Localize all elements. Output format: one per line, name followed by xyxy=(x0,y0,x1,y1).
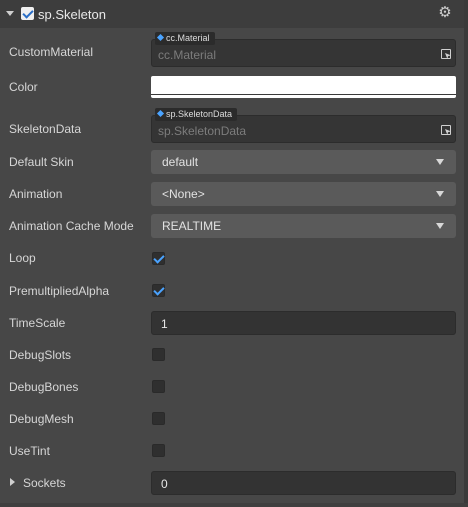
component-panel: sp.Skeleton ⚙ CustomMaterial cc.Material… xyxy=(0,0,468,507)
custom-material-placeholder: cc.Material xyxy=(158,48,217,62)
animation-cache-mode-select[interactable]: REALTIME xyxy=(151,214,456,238)
asset-diamond-icon xyxy=(156,109,165,118)
panel-bottom-border xyxy=(0,503,468,507)
panel-scrollbar-track xyxy=(464,0,468,507)
color-picker[interactable] xyxy=(151,76,456,98)
locate-asset-icon[interactable] xyxy=(441,49,451,59)
asset-diamond-icon xyxy=(156,33,165,42)
dropdown-arrow-icon xyxy=(436,159,444,165)
animation-label: Animation xyxy=(9,187,63,201)
loop-label: Loop xyxy=(9,251,36,265)
dropdown-arrow-icon xyxy=(436,191,444,197)
use-tint-checkbox[interactable] xyxy=(152,444,165,457)
dropdown-arrow-icon xyxy=(436,223,444,229)
debug-bones-checkbox[interactable] xyxy=(152,380,165,393)
animation-cache-mode-value: REALTIME xyxy=(162,219,222,233)
premultiplied-alpha-label: PremultipliedAlpha xyxy=(9,284,110,298)
default-skin-label: Default Skin xyxy=(9,155,74,169)
debug-bones-label: DebugBones xyxy=(9,380,79,394)
asset-type-tag: cc.Material xyxy=(155,32,215,45)
animation-cache-mode-label: Animation Cache Mode xyxy=(9,219,134,233)
component-header[interactable]: sp.Skeleton ⚙ xyxy=(0,0,464,28)
component-title: sp.Skeleton xyxy=(38,7,106,22)
debug-slots-label: DebugSlots xyxy=(9,348,72,362)
loop-checkbox[interactable] xyxy=(152,252,165,265)
debug-slots-checkbox[interactable] xyxy=(152,348,165,361)
sockets-count-input[interactable]: 0 xyxy=(151,471,456,495)
use-tint-label: UseTint xyxy=(9,444,50,458)
premultiplied-alpha-checkbox[interactable] xyxy=(152,284,165,297)
color-label: Color xyxy=(9,80,38,94)
skeleton-data-field[interactable]: sp.SkeletonData sp.SkeletonData xyxy=(151,108,456,143)
skeleton-data-label: SkeletonData xyxy=(9,122,82,136)
caret-down-icon[interactable] xyxy=(6,11,14,16)
time-scale-label: TimeScale xyxy=(9,316,66,330)
skeleton-data-placeholder: sp.SkeletonData xyxy=(158,124,247,138)
component-enabled-checkbox[interactable] xyxy=(21,7,34,20)
sockets-label: Sockets xyxy=(23,476,66,490)
time-scale-input[interactable]: 1 xyxy=(151,311,456,335)
default-skin-value: default xyxy=(162,155,199,169)
custom-material-field[interactable]: cc.Material cc.Material xyxy=(151,32,456,67)
animation-value: <None> xyxy=(162,187,205,201)
asset-type-tag: sp.SkeletonData xyxy=(155,108,238,121)
asset-type-text: cc.Material xyxy=(166,33,210,43)
sockets-count-value: 0 xyxy=(161,477,168,491)
gear-icon[interactable]: ⚙ xyxy=(437,5,453,21)
asset-type-text: sp.SkeletonData xyxy=(166,109,233,119)
debug-mesh-label: DebugMesh xyxy=(9,412,74,426)
expand-right-icon[interactable] xyxy=(10,478,15,486)
default-skin-select[interactable]: default xyxy=(151,150,456,174)
debug-mesh-checkbox[interactable] xyxy=(152,412,165,425)
custom-material-label: CustomMaterial xyxy=(9,45,94,59)
locate-asset-icon[interactable] xyxy=(441,125,451,135)
animation-select[interactable]: <None> xyxy=(151,182,456,206)
time-scale-value: 1 xyxy=(161,317,168,331)
